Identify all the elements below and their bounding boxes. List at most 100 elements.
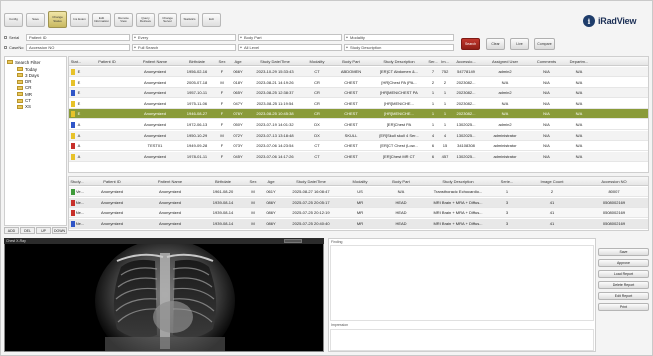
table-row[interactable]: E Anonymized 2005-07-18 M 018Y 2023-08-21 14:… [69, 78, 648, 88]
save-button[interactable]: Save [598, 248, 649, 256]
table-row[interactable]: Ne... Anonymized Anonymized 1939-08-14 M 086Y… [69, 218, 648, 229]
modality-select[interactable]: Modality [344, 34, 454, 41]
toolbar-button-edit-information[interactable]: Edit Information [92, 13, 111, 27]
table-row[interactable]: E Anonymized 1957-10-11 F 065Y 2023-08-25 12:… [69, 88, 648, 99]
cell-modality: DX [314, 122, 320, 127]
tree-add-button[interactable]: ADD [4, 227, 19, 234]
compare-button[interactable]: Compare [534, 38, 555, 50]
column-header[interactable]: Study... [69, 177, 85, 185]
search-button[interactable]: Search [461, 38, 480, 50]
table-row[interactable]: Ve... Anonymized Anonymized 1961-08-20 M 061Y… [69, 187, 648, 197]
column-header[interactable]: Study Date/Time [281, 177, 341, 185]
tree-item[interactable]: 3 Days [17, 72, 39, 78]
toolbar-button-change-status[interactable]: Change Status [48, 11, 67, 28]
patient-id-input[interactable]: Patient ID [26, 34, 130, 41]
load-report-button[interactable]: Load Report [598, 270, 649, 278]
column-header[interactable]: Comments [529, 57, 564, 65]
cell-patient-name: Anonymized [158, 199, 181, 205]
case-checkbox[interactable] [4, 46, 7, 49]
tree-root[interactable]: Search Filter [7, 59, 41, 65]
table-row[interactable]: E Anonymized 1946-08-27 F 076Y 2023-08-25 10:… [69, 109, 648, 120]
finding-textarea[interactable] [330, 245, 594, 321]
column-header[interactable]: Ser... [427, 57, 439, 65]
table-row[interactable]: E Anonymized 1956-02-16 F 066Y 2023-10-29 15:… [69, 67, 648, 77]
column-header[interactable]: Patient ID [83, 57, 131, 65]
cell-accession: 54778149 [457, 69, 475, 74]
cell-patient-id [83, 78, 131, 87]
column-header[interactable]: Image Count [521, 177, 583, 185]
column-header[interactable]: Accessio... [451, 57, 481, 65]
edit-report-button[interactable]: Edit Report [598, 292, 649, 300]
tree-del-button[interactable]: DEL [20, 227, 35, 234]
delete-report-button[interactable]: Delete Report [598, 281, 649, 289]
column-header[interactable]: Im... [439, 57, 451, 65]
print-button[interactable]: Print [598, 303, 649, 311]
column-header[interactable]: Study Date/Time [247, 57, 303, 65]
tree-item[interactable]: DR [17, 79, 32, 85]
tree-down-button[interactable]: DOWN [52, 227, 67, 234]
study-description-select[interactable]: Study Description [344, 44, 454, 51]
viewer-zoom-select[interactable] [284, 239, 302, 243]
image-viewer[interactable] [4, 238, 324, 352]
table-row[interactable]: Ne... Anonymized Anonymized 1939-08-14 M 086Y… [69, 208, 648, 219]
toolbar-button-save[interactable]: Save [26, 13, 45, 27]
table-row[interactable]: A TEST01 1949-09-28 F 073Y 2023-07-06 14:23:5… [69, 141, 648, 152]
column-header[interactable]: Modality [303, 57, 331, 65]
table-row[interactable]: E Anonymized 1975-11-06 F 047Y 2023-08-25 11:… [69, 99, 648, 109]
column-header[interactable]: Age [261, 177, 281, 185]
column-header[interactable]: Stat... [69, 57, 83, 65]
column-header[interactable]: Assigned User [481, 57, 529, 65]
toolbar-button-change-server[interactable]: Change Server [158, 13, 177, 27]
column-header[interactable]: Sex [245, 177, 261, 185]
toolbar-button-query-retrieve[interactable]: Query Retrieve [136, 13, 155, 27]
search-scope-select[interactable]: Full Search [132, 44, 236, 51]
table-row[interactable]: A Anonymized 1972-06-13 F 050Y 2023-07-19 14:… [69, 120, 648, 130]
column-header[interactable]: Body Part [331, 57, 371, 65]
serial-checkbox[interactable] [4, 36, 7, 39]
column-header[interactable]: Accession NO [583, 177, 645, 185]
toolbar-button-exit[interactable]: Exit [202, 13, 221, 27]
cell-patient-id [83, 141, 131, 150]
cell-department: N/A [575, 100, 583, 106]
impression-textarea[interactable] [330, 329, 594, 351]
column-header[interactable]: Departm... [564, 57, 594, 65]
cell-assigned: N/A [501, 79, 509, 85]
table-row[interactable]: A Anonymized 1978-01-11 F 045Y 2023-07-06 14:… [69, 151, 648, 162]
cell-body-part: N/A [397, 189, 405, 194]
column-header[interactable]: Study Description [371, 57, 427, 65]
toolbar-button-ins-exam[interactable]: Ins Exam [70, 13, 89, 27]
live-button[interactable]: Live [510, 38, 529, 50]
table-row[interactable]: A Anonymized 1950-10-29 M 072Y 2023-07-13 13:… [69, 130, 648, 141]
tree-item[interactable]: Today [17, 66, 37, 72]
clear-button[interactable]: Clear [486, 38, 505, 50]
body-part-select[interactable]: Body Part [238, 34, 342, 41]
column-header[interactable]: Patient Name [131, 57, 179, 65]
tree-item[interactable]: CR [17, 85, 32, 91]
brand-name: iRadView [598, 16, 637, 26]
cell-birthdate: 1972-06-13 [186, 122, 208, 127]
level-select[interactable]: All Level [238, 44, 342, 51]
tree-item[interactable]: CT [17, 98, 31, 104]
toolbar-button-config[interactable]: Config [4, 13, 23, 27]
column-header[interactable]: Modality [341, 177, 379, 185]
toolbar-button-remote-view[interactable]: Remote View [114, 13, 133, 27]
column-header[interactable]: Study Description [423, 177, 493, 185]
column-header[interactable]: Birthdate [179, 57, 215, 65]
approve-button[interactable]: Approve [598, 259, 649, 267]
cell-accession: 2023082... [456, 100, 476, 106]
column-header[interactable]: Age [229, 57, 247, 65]
tree-item[interactable]: MR [17, 91, 32, 97]
column-header[interactable]: Birthdate [201, 177, 245, 185]
accession-input[interactable]: Accession NO [26, 44, 130, 51]
toolbar-button-statistics[interactable]: Statistics [180, 13, 199, 27]
column-header[interactable]: Patient Name [139, 177, 201, 185]
column-header[interactable]: Serie... [493, 177, 521, 185]
table-row[interactable]: Ne... Anonymized Anonymized 1939-08-14 M 086Y… [69, 197, 648, 208]
column-header[interactable]: Patient ID [85, 177, 139, 185]
column-header[interactable]: Sex [215, 57, 229, 65]
tree-item[interactable]: XS [17, 104, 31, 110]
cell-images: 457 [441, 153, 449, 159]
tree-up-button[interactable]: UP [36, 227, 51, 234]
column-header[interactable]: Body Part [379, 177, 423, 185]
date-range-select[interactable]: Every [132, 34, 236, 41]
